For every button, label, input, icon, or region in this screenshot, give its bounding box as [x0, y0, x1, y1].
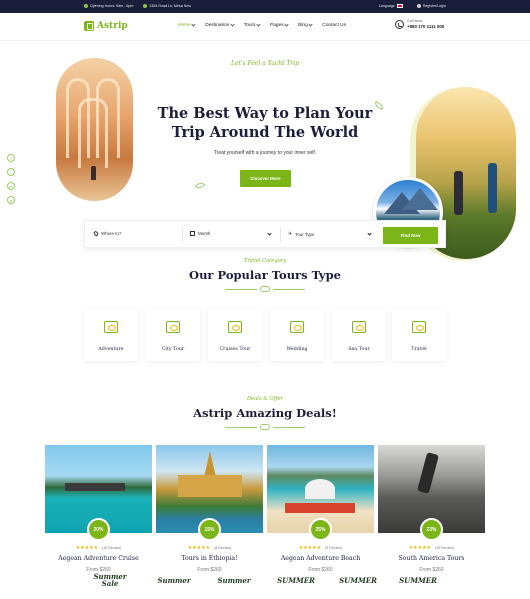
- deal-card[interactable]: 20% ★★★★★ (10 Review) Aegean Adventure Cr…: [45, 445, 152, 575]
- nav-home[interactable]: Home: [178, 22, 196, 28]
- call-now[interactable]: Call Now +880 170 1111 000: [395, 19, 444, 29]
- nav-blog[interactable]: Blog: [298, 22, 313, 28]
- deal-card[interactable]: 23% ★★★★★ (10 Review) South America Tours…: [378, 445, 485, 575]
- pinterest-icon[interactable]: p: [7, 196, 15, 204]
- phone-icon: [395, 19, 404, 29]
- discount-badge: 23%: [420, 518, 443, 541]
- categories-title: Our Popular Tours Type: [189, 268, 341, 282]
- chevron-down-icon: [256, 22, 261, 27]
- discount-badge: 15%: [198, 518, 221, 541]
- deal-title[interactable]: Aegean Adventure Beach: [267, 555, 374, 562]
- flag-icon: [396, 4, 403, 8]
- tour-type-select[interactable]: ✈ Tour Type: [288, 231, 314, 237]
- tour-categories: Adventure City Tour Cruises Tour Wedding…: [84, 309, 446, 361]
- travel-globe-icon: [412, 321, 426, 333]
- city-icon: [166, 321, 180, 333]
- rating: ★★★★★ (10 Review): [75, 545, 122, 551]
- nav-tours[interactable]: Tours: [244, 22, 261, 28]
- star-icons: ★★★★★: [408, 545, 432, 551]
- partner-logo: Summer: [217, 575, 251, 585]
- logo-icon: [84, 21, 94, 31]
- partner-logo: Summer: [157, 575, 191, 585]
- category-sea-tour[interactable]: Sea Tour: [332, 309, 386, 361]
- hiker-figure: [454, 171, 463, 215]
- language-selector[interactable]: Language: [379, 4, 405, 8]
- divider: [280, 227, 281, 243]
- partner-logo: SUMMER: [339, 575, 377, 585]
- person-figure: [91, 166, 96, 180]
- partner-logo: Summer Sale: [93, 572, 127, 588]
- top-bar: Opening Hours: 9am - 6pm 2454 Road Ln, M…: [0, 0, 530, 13]
- category-cruises-tour[interactable]: Cruises Tour: [208, 309, 262, 361]
- nav-contact[interactable]: Contact Us: [322, 23, 346, 28]
- category-wedding[interactable]: Wedding: [270, 309, 324, 361]
- hiker-figure: [488, 163, 497, 213]
- address: 2454 Road Ln, Mesa New: [143, 4, 191, 8]
- main-header: Astrip Home Destination Tours Pages Blog…: [0, 13, 530, 41]
- location-pin-icon: [92, 230, 100, 237]
- discount-badge: 20%: [87, 518, 110, 541]
- star-icons: ★★★★★: [187, 545, 211, 551]
- deals-title: Astrip Amazing Deals!: [193, 406, 337, 420]
- hero-subtitle: Let's Feel a Yacht Trip: [230, 60, 300, 67]
- title-ornament: [225, 424, 305, 430]
- month-select[interactable]: Month: [190, 231, 210, 236]
- clock-icon: [84, 4, 88, 8]
- discover-more-button[interactable]: Discover More: [240, 170, 291, 187]
- site-logo[interactable]: Astrip: [84, 21, 128, 31]
- plane-icon: ✈: [288, 231, 293, 237]
- calendar-icon: [190, 231, 195, 236]
- chevron-down-icon[interactable]: [367, 231, 372, 236]
- twitter-icon[interactable]: t: [7, 168, 15, 176]
- nav-destination[interactable]: Destination: [205, 22, 235, 28]
- mountain-shape: [402, 188, 438, 210]
- hero-description: Treat yourself with a journey to your in…: [213, 150, 317, 156]
- category-adventure[interactable]: Adventure: [84, 309, 138, 361]
- deal-title[interactable]: Aegean Adventure Cruise: [45, 555, 152, 562]
- hero-title: The Best Way to Plan Your Trip Around Th…: [157, 105, 373, 141]
- category-travel[interactable]: Travel: [392, 309, 446, 361]
- cruise-ship-icon: [228, 321, 242, 333]
- wedding-icon: [290, 321, 304, 333]
- deal-title[interactable]: South America Tours: [378, 555, 485, 562]
- adventure-icon: [104, 321, 118, 333]
- leaf-decoration: [194, 180, 206, 191]
- star-icons: ★★★★★: [298, 545, 322, 551]
- deals-script: Deals & Offer: [246, 396, 284, 402]
- rating: ★★★★★ (10 Review): [408, 545, 455, 551]
- opening-hours: Opening Hours: 9am - 6pm: [84, 4, 133, 8]
- deal-card[interactable]: 15% ★★★★★ (8 Review) Tours in Ethiopia! F…: [156, 445, 263, 575]
- chevron-down-icon: [284, 22, 289, 27]
- rating: ★★★★★ (9 Review): [298, 545, 343, 551]
- title-ornament: [225, 286, 305, 292]
- chevron-down-icon: [230, 22, 235, 27]
- arch-shape: [78, 98, 108, 168]
- deal-card[interactable]: 25% ★★★★★ (9 Review) Aegean Adventure Bea…: [267, 445, 374, 575]
- categories-script: Travel Category: [243, 258, 287, 264]
- discount-badge: 25%: [309, 518, 332, 541]
- social-links: f t in p: [7, 154, 15, 204]
- partner-logo: SUMMER: [277, 575, 315, 585]
- register-login-link[interactable]: Register/Login: [416, 4, 446, 8]
- star-icons: ★★★★★: [75, 545, 99, 551]
- sea-icon: [352, 321, 366, 333]
- partner-logo: SUMMER: [399, 575, 437, 585]
- deals-grid: 20% ★★★★★ (10 Review) Aegean Adventure Cr…: [45, 445, 486, 575]
- where-to-field[interactable]: Where to?: [92, 230, 121, 237]
- partner-logos: Summer Sale Summer Summer SUMMER SUMMER …: [90, 566, 450, 596]
- find-now-button[interactable]: Find Now: [383, 227, 438, 244]
- rating: ★★★★★ (8 Review): [187, 545, 232, 551]
- category-city-tour[interactable]: City Tour: [146, 309, 200, 361]
- main-nav: Home Destination Tours Pages Blog Contac…: [178, 22, 346, 28]
- chevron-down-icon: [308, 22, 313, 27]
- chevron-down-icon: [191, 22, 196, 27]
- instagram-icon[interactable]: in: [7, 182, 15, 190]
- hero-arch-image: [56, 58, 133, 201]
- deal-title[interactable]: Tours in Ethiopia!: [156, 555, 263, 562]
- nav-pages[interactable]: Pages: [270, 22, 289, 28]
- divider: [182, 227, 183, 243]
- location-icon: [143, 4, 148, 8]
- user-icon: [416, 4, 421, 8]
- chevron-down-icon[interactable]: [267, 231, 272, 236]
